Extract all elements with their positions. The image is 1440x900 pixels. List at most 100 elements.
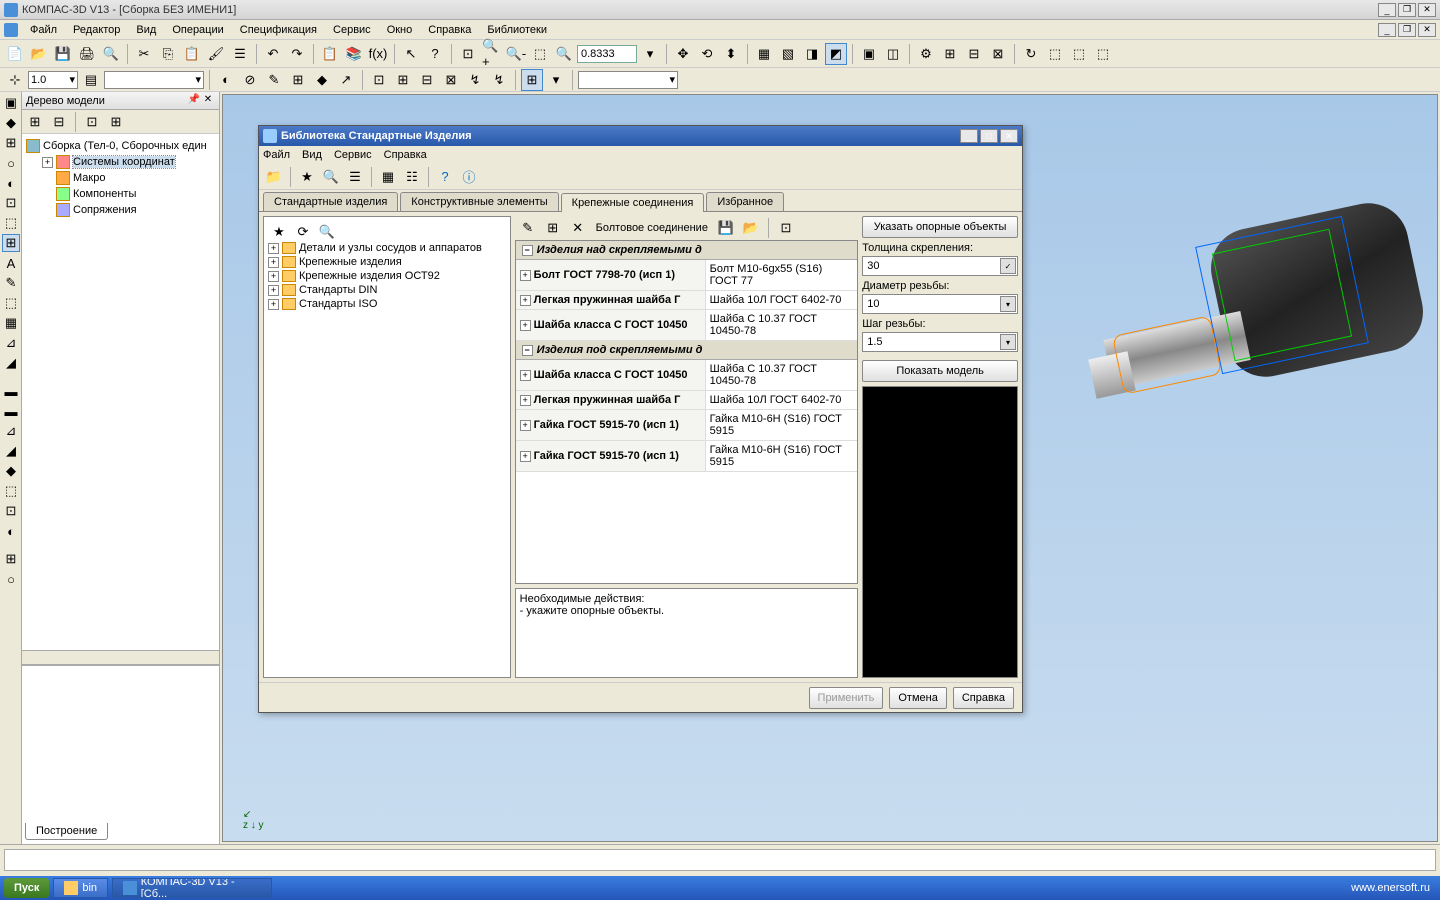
tree-node-components[interactable]: Компоненты bbox=[26, 186, 215, 202]
check-icon[interactable]: ✓ bbox=[1000, 258, 1016, 274]
table-row[interactable]: +Гайка ГОСТ 5915-70 (исп 1)Гайка М10-6H … bbox=[516, 441, 858, 472]
tool-d-icon[interactable]: ⊠ bbox=[987, 43, 1009, 65]
vt-e-icon[interactable]: ◐ bbox=[2, 174, 20, 192]
rebuild-icon[interactable]: ↻ bbox=[1020, 43, 1042, 65]
cursor-icon[interactable]: ↖ bbox=[400, 43, 422, 65]
vt-g-icon[interactable]: ⬚ bbox=[2, 214, 20, 232]
apply-button[interactable]: Применить bbox=[809, 687, 884, 709]
vt-s-icon[interactable]: ◆ bbox=[2, 462, 20, 480]
expand-icon[interactable]: + bbox=[42, 157, 53, 168]
tool-e-icon[interactable]: ⬚ bbox=[1044, 43, 1066, 65]
t2-l-icon[interactable]: ↯ bbox=[488, 69, 510, 91]
new-file-icon[interactable]: 📄 bbox=[4, 43, 26, 65]
tree-tb-a-icon[interactable]: ⊞ bbox=[24, 111, 46, 133]
spec-icon[interactable]: 📋 bbox=[319, 43, 341, 65]
grid-tb-d-icon[interactable]: ⊡ bbox=[775, 217, 797, 239]
collapse-icon[interactable]: − bbox=[522, 345, 533, 356]
vt-x-icon[interactable]: ○ bbox=[2, 570, 20, 588]
status-combo[interactable]: ▾ bbox=[578, 71, 678, 89]
vt-w-icon[interactable]: ⊞ bbox=[2, 550, 20, 568]
expand-icon[interactable]: + bbox=[520, 270, 531, 281]
start-button[interactable]: Пуск bbox=[4, 878, 49, 898]
folder-item[interactable]: +Стандарты ISO bbox=[266, 297, 508, 311]
minimize-button[interactable]: _ bbox=[1378, 3, 1396, 17]
grid-section-below[interactable]: −Изделия под скрепляемыми д bbox=[516, 341, 858, 360]
expand-icon[interactable]: + bbox=[268, 285, 279, 296]
brush-icon[interactable]: 🖌 bbox=[205, 43, 227, 65]
tree-hscroll[interactable] bbox=[22, 650, 219, 664]
vt-v-icon[interactable]: ◐ bbox=[2, 522, 20, 540]
t2-g-icon[interactable]: ⊡ bbox=[368, 69, 390, 91]
expand-icon[interactable]: + bbox=[520, 370, 531, 381]
tool-b-icon[interactable]: ⊞ bbox=[939, 43, 961, 65]
close-button[interactable]: ✕ bbox=[1418, 3, 1436, 17]
folder-item[interactable]: +Крепежные изделия bbox=[266, 255, 508, 269]
vt-q-icon[interactable]: ⊿ bbox=[2, 422, 20, 440]
dlg-tb-detail-icon[interactable]: ☷ bbox=[401, 166, 423, 188]
tool-c-icon[interactable]: ⊟ bbox=[963, 43, 985, 65]
taskbar-item-kompas[interactable]: КОМПАС-3D V13 - [Сб... bbox=[112, 878, 272, 898]
vt-o-icon[interactable]: ▬ bbox=[2, 382, 20, 400]
expand-icon[interactable]: + bbox=[268, 271, 279, 282]
t2-n-icon[interactable]: ▾ bbox=[545, 69, 567, 91]
folder-item[interactable]: +Стандарты DIN bbox=[266, 283, 508, 297]
persp-icon[interactable]: ▣ bbox=[858, 43, 880, 65]
dlg-tb-fav-icon[interactable]: ★ bbox=[296, 166, 318, 188]
tree-node-macro[interactable]: Макро bbox=[26, 170, 215, 186]
table-row[interactable]: +Шайба класса С ГОСТ 10450Шайба С 10.37 … bbox=[516, 310, 858, 341]
redo-icon[interactable]: ↷ bbox=[286, 43, 308, 65]
t2-i-icon[interactable]: ⊟ bbox=[416, 69, 438, 91]
shaded-edge-icon[interactable]: ◩ bbox=[825, 43, 847, 65]
mdi-minimize[interactable]: _ bbox=[1378, 23, 1396, 37]
menu-file[interactable]: Файл bbox=[22, 22, 65, 38]
dlg-maximize[interactable]: □ bbox=[980, 129, 998, 143]
zoom-prev-icon[interactable]: 🔍 bbox=[553, 43, 575, 65]
dlg-tb-help-icon[interactable]: ? bbox=[434, 166, 456, 188]
dlg-tb-folder-icon[interactable]: 📁 bbox=[263, 166, 285, 188]
vt-n-icon[interactable]: ◢ bbox=[2, 354, 20, 372]
vt-l-icon[interactable]: ▦ bbox=[2, 314, 20, 332]
menu-spec[interactable]: Спецификация bbox=[232, 22, 325, 38]
tree-close-icon[interactable]: ✕ bbox=[201, 94, 215, 108]
grid-tb-save-icon[interactable]: 💾 bbox=[715, 217, 737, 239]
wireframe-icon[interactable]: ▦ bbox=[753, 43, 775, 65]
select-ref-button[interactable]: Указать опорные объекты bbox=[862, 216, 1018, 238]
props-icon[interactable]: ☰ bbox=[229, 43, 251, 65]
dlg-close[interactable]: ✕ bbox=[1000, 129, 1018, 143]
t2-h-icon[interactable]: ⊞ bbox=[392, 69, 414, 91]
orient-icon[interactable]: ⬍ bbox=[720, 43, 742, 65]
folder-item[interactable]: +Детали и узлы сосудов и аппаратов bbox=[266, 241, 508, 255]
collapse-icon[interactable]: − bbox=[522, 245, 533, 256]
menu-view[interactable]: Вид bbox=[128, 22, 164, 38]
vt-a-icon[interactable]: ▣ bbox=[2, 94, 20, 112]
menu-window[interactable]: Окно bbox=[379, 22, 421, 38]
t2-k-icon[interactable]: ↯ bbox=[464, 69, 486, 91]
zoom-in-icon[interactable]: 🔍+ bbox=[481, 43, 503, 65]
t2-b-icon[interactable]: ⊘ bbox=[239, 69, 261, 91]
cancel-button[interactable]: Отмена bbox=[889, 687, 946, 709]
mdi-close[interactable]: ✕ bbox=[1418, 23, 1436, 37]
folder-tb-a-icon[interactable]: ★ bbox=[268, 221, 290, 243]
t2-d-icon[interactable]: ⊞ bbox=[287, 69, 309, 91]
zoom-out-icon[interactable]: 🔍- bbox=[505, 43, 527, 65]
vt-r-icon[interactable]: ◢ bbox=[2, 442, 20, 460]
expand-icon[interactable]: + bbox=[520, 420, 531, 431]
scale-combo[interactable]: 1.0▾ bbox=[28, 71, 78, 89]
expand-icon[interactable]: + bbox=[520, 295, 531, 306]
vt-m-icon[interactable]: ⊿ bbox=[2, 334, 20, 352]
zoom-fit-icon[interactable]: ⊡ bbox=[457, 43, 479, 65]
copy-icon[interactable]: ⎘ bbox=[157, 43, 179, 65]
dlg-minimize[interactable]: _ bbox=[960, 129, 978, 143]
show-model-button[interactable]: Показать модель bbox=[862, 360, 1018, 382]
rotate-icon[interactable]: ⟲ bbox=[696, 43, 718, 65]
tool-a-icon[interactable]: ⚙ bbox=[915, 43, 937, 65]
tab-fasteners[interactable]: Крепежные соединения bbox=[561, 193, 705, 212]
expand-icon[interactable]: + bbox=[520, 395, 531, 406]
cut-icon[interactable]: ✂ bbox=[133, 43, 155, 65]
tab-favorites[interactable]: Избранное bbox=[706, 192, 784, 211]
table-row[interactable]: +Легкая пружинная шайба ГШайба 10Л ГОСТ … bbox=[516, 391, 858, 410]
taskbar-item-bin[interactable]: bin bbox=[53, 878, 108, 898]
folder-item[interactable]: +Крепежные изделия ОСТ92 bbox=[266, 269, 508, 283]
expand-icon[interactable]: + bbox=[520, 320, 531, 331]
vt-k-icon[interactable]: ⬚ bbox=[2, 294, 20, 312]
